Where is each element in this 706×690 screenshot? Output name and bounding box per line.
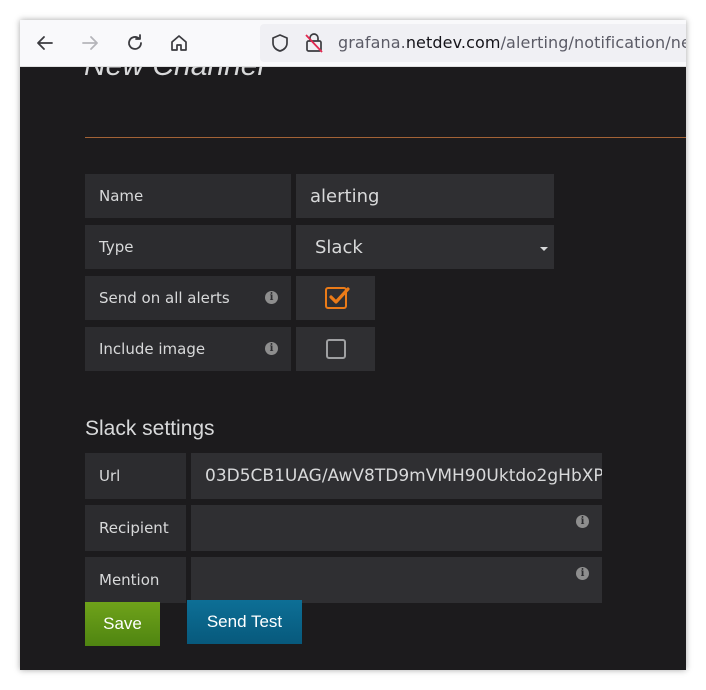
send-all-alerts-checkbox[interactable] (296, 276, 375, 320)
url-label: Url (85, 453, 186, 499)
recipient-label: Recipient (85, 505, 186, 551)
type-label: Type (85, 225, 291, 269)
info-icon[interactable]: i (576, 567, 589, 580)
type-select-value: Slack (315, 236, 363, 258)
url-host: netdev.com (405, 33, 501, 52)
url-text: grafana.netdev.com/alerting/notification… (338, 33, 686, 52)
mention-label-text: Mention (99, 571, 160, 589)
caret-down-icon (540, 247, 548, 251)
browser-toolbar: grafana.netdev.com/alerting/notification… (20, 20, 686, 67)
forward-button[interactable] (75, 28, 105, 58)
reload-icon (128, 34, 142, 50)
back-button[interactable] (30, 28, 60, 58)
name-label: Name (85, 174, 291, 218)
page-title: New Channel (84, 67, 264, 83)
checkmark-icon (328, 287, 350, 304)
recipient-input[interactable]: i (191, 505, 602, 551)
recipient-label-text: Recipient (99, 519, 169, 537)
home-button[interactable] (164, 28, 194, 58)
type-label-text: Type (99, 238, 134, 256)
reload-button[interactable] (120, 28, 150, 58)
info-icon[interactable]: i (265, 291, 278, 304)
mention-input[interactable]: i (191, 557, 602, 603)
include-image-label-text: Include image (99, 340, 206, 358)
home-icon (171, 35, 187, 51)
info-icon[interactable]: i (576, 515, 589, 528)
send-all-alerts-label-text: Send on all alerts (99, 289, 230, 307)
forward-arrow-icon (82, 36, 98, 50)
send-all-alerts-label: Send on all alerts i (85, 276, 291, 320)
info-icon[interactable]: i (265, 342, 278, 355)
grafana-page: New Channel Name alerting Type Slack Sen… (20, 67, 686, 670)
type-select[interactable]: Slack (296, 225, 554, 269)
url-host-prefix: grafana. (338, 33, 406, 52)
checkbox-checked (324, 287, 350, 309)
lock-icon[interactable] (304, 32, 324, 54)
checkbox-unchecked (325, 339, 346, 359)
shield-icon[interactable] (270, 33, 290, 53)
address-bar[interactable]: grafana.netdev.com/alerting/notification… (260, 24, 686, 62)
url-path: /alerting/notification/new (500, 33, 686, 52)
include-image-label: Include image i (85, 327, 291, 371)
save-button[interactable]: Save (85, 602, 160, 646)
slack-settings-heading: Slack settings (85, 417, 215, 440)
name-label-text: Name (99, 187, 144, 205)
name-input[interactable]: alerting (296, 174, 554, 218)
include-image-checkbox[interactable] (296, 327, 375, 371)
back-arrow-icon (37, 36, 53, 50)
send-test-button[interactable]: Send Test (187, 600, 302, 644)
slack-url-input[interactable]: 03D5CB1UAG/AwV8TD9mVMH90Uktdo2gHbXP (191, 453, 602, 499)
title-divider (85, 137, 686, 138)
mention-label: Mention (85, 557, 186, 603)
browser-window: grafana.netdev.com/alerting/notification… (20, 20, 686, 670)
url-label-text: Url (99, 467, 121, 485)
